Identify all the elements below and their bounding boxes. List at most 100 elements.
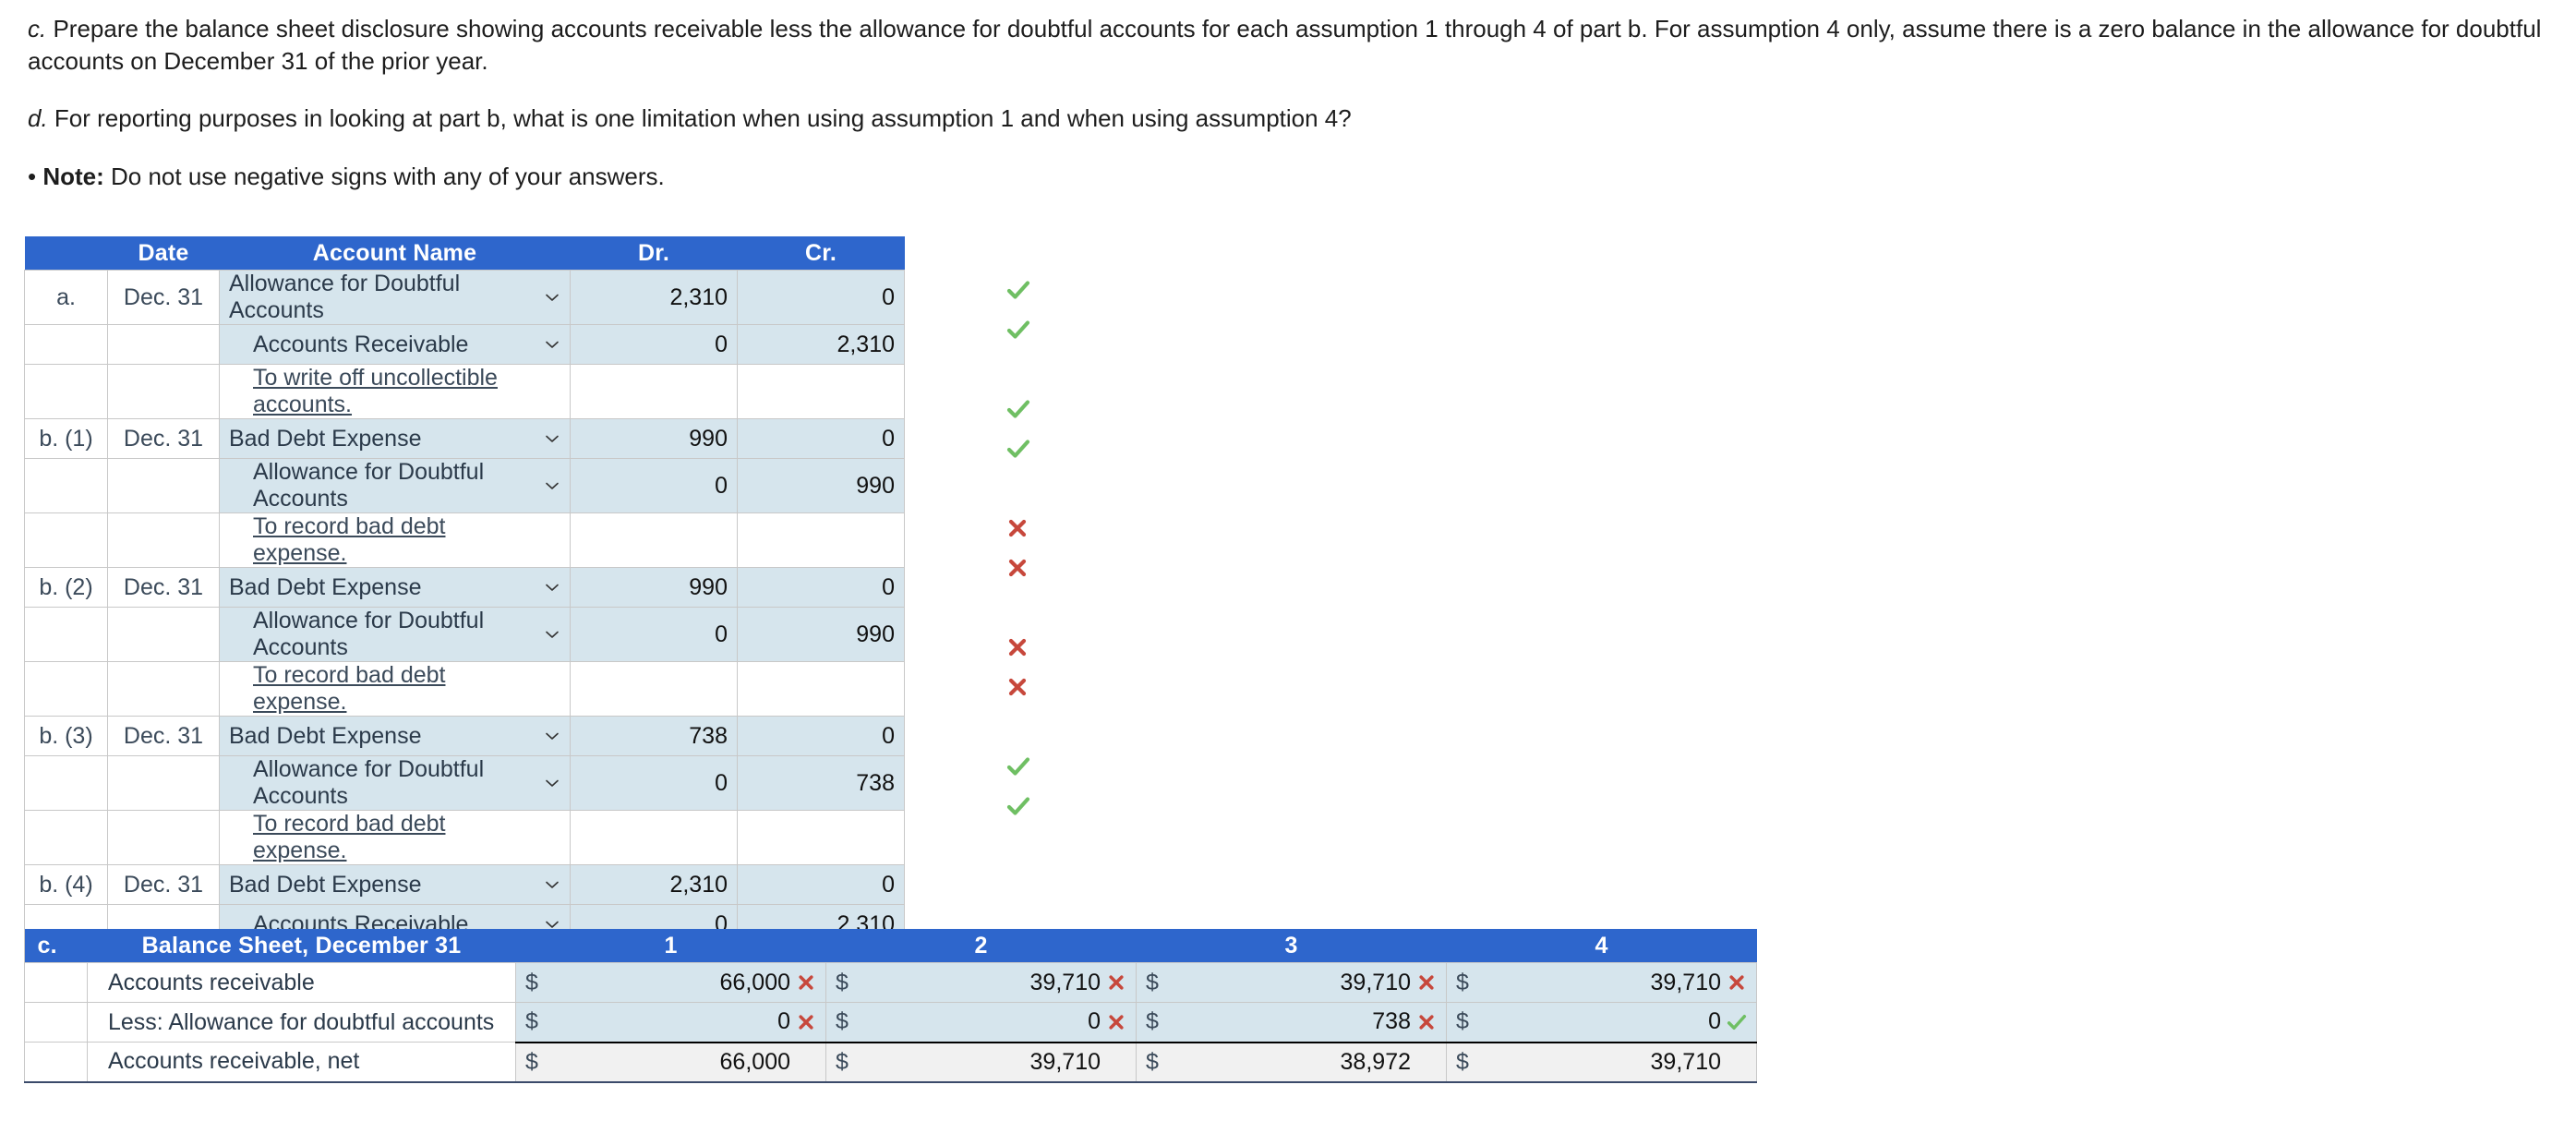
journal-row: Allowance for Doubtful Accounts 0 738 [24, 755, 905, 811]
balance-sheet-row-ref [24, 1002, 88, 1043]
credit-amount-input[interactable]: 0 [737, 270, 905, 325]
credit-amount-input[interactable]: 990 [737, 607, 905, 662]
journal-memo-text: To record bad debt expense. [219, 512, 571, 568]
amount-cell: $66,000 [525, 970, 818, 996]
account-name-select[interactable]: Bad Debt Expense [219, 567, 571, 608]
balance-sheet-amount-input[interactable]: $39,710 [825, 962, 1137, 1003]
journal-memo-label: To record bad debt expense. [253, 662, 446, 715]
debit-amount-input [570, 810, 738, 865]
chevron-down-icon [544, 477, 560, 494]
balance-sheet-amount-input[interactable]: $0 [1446, 1002, 1757, 1043]
journal-col-dr: Dr. [570, 236, 738, 271]
credit-amount-value: 0 [882, 283, 895, 310]
credit-amount-value: 0 [882, 573, 895, 600]
journal-row: To record bad debt expense. [24, 661, 905, 717]
debit-amount-input[interactable]: 990 [570, 418, 738, 459]
balance-sheet-col-3: 3 [1136, 929, 1447, 963]
amount-cell: $0 [1456, 1008, 1749, 1035]
credit-amount-input[interactable]: 0 [737, 716, 905, 756]
balance-sheet-amount-input[interactable]: $0 [515, 1002, 826, 1043]
currency-symbol: $ [1456, 969, 1469, 995]
balance-sheet-col-4: 4 [1446, 929, 1757, 963]
credit-amount-input [737, 810, 905, 865]
balance-sheet-amount-input[interactable]: $39,710 [1446, 962, 1757, 1003]
balance-sheet-amount-input[interactable]: $39,710 [1136, 962, 1447, 1003]
credit-amount-input[interactable]: 2,310 [737, 324, 905, 365]
x-mark-icon [1006, 517, 1030, 539]
check-mark-icon [1006, 795, 1030, 817]
chevron-down-icon [544, 775, 560, 791]
journal-row-ref [24, 364, 108, 419]
amount-cell: $39,710 [1146, 970, 1438, 996]
balance-sheet-amount-input[interactable]: $66,000 [515, 962, 826, 1003]
debit-amount-input[interactable]: 990 [570, 567, 738, 608]
balance-sheet-title: Balance Sheet, December 31 [87, 929, 516, 963]
account-name-select[interactable]: Allowance for Doubtful Accounts [219, 458, 571, 513]
check-mark-icon [1006, 279, 1030, 301]
amount-cell: $0 [525, 1008, 818, 1035]
currency-symbol: $ [1146, 969, 1159, 995]
note-line: • Note: Do not use negative signs with a… [28, 161, 2548, 193]
account-name-select[interactable]: Accounts Receivable [219, 324, 571, 365]
journal-row: Allowance for Doubtful Accounts 0 990 [24, 607, 905, 662]
journal-row-date [107, 324, 220, 365]
balance-sheet-amount-input[interactable]: $738 [1136, 1002, 1447, 1043]
credit-amount-input[interactable]: 990 [737, 458, 905, 513]
question-c-text: Prepare the balance sheet disclosure sho… [28, 15, 2542, 75]
journal-row-ref [24, 661, 108, 717]
question-d: d. For reporting purposes in looking at … [28, 102, 2548, 135]
journal-row-ref [24, 755, 108, 811]
account-name-select[interactable]: Bad Debt Expense [219, 418, 571, 459]
currency-symbol: $ [1146, 1008, 1159, 1035]
journal-header-row: Date Account Name Dr. Cr. [24, 236, 905, 271]
credit-amount-value: 0 [882, 722, 895, 749]
credit-amount-input[interactable]: 738 [737, 755, 905, 811]
amount-value: 39,710 [1650, 1048, 1721, 1075]
debit-amount-input[interactable]: 2,310 [570, 270, 738, 325]
account-name-select[interactable]: Bad Debt Expense [219, 716, 571, 756]
account-name-value: Bad Debt Expense [229, 425, 422, 452]
currency-symbol: $ [836, 1048, 849, 1075]
account-name-value: Allowance for Doubtful Accounts [253, 608, 485, 660]
account-name-value: Allowance for Doubtful Accounts [253, 459, 485, 512]
debit-amount-input[interactable]: 0 [570, 458, 738, 513]
journal-memo-label: To write off uncollectible accounts. [253, 365, 498, 417]
account-name-select[interactable]: Allowance for Doubtful Accounts [219, 270, 571, 325]
amount-cell: $0 [836, 1008, 1128, 1035]
debit-amount-input[interactable]: 738 [570, 716, 738, 756]
amount-value: 66,000 [719, 1048, 790, 1075]
credit-amount-input[interactable]: 0 [737, 567, 905, 608]
debit-amount-input[interactable]: 0 [570, 324, 738, 365]
account-name-select[interactable]: Allowance for Doubtful Accounts [219, 607, 571, 662]
journal-row-date: Dec. 31 [107, 418, 220, 459]
amount-cell: $39,710 [1456, 970, 1749, 996]
amount-value: 738 [1372, 1008, 1411, 1035]
journal-col-date: Date [107, 236, 220, 271]
debit-amount-input[interactable]: 2,310 [570, 864, 738, 905]
journal-row-ref [24, 324, 108, 365]
journal-memo-text: To record bad debt expense. [219, 661, 571, 717]
journal-memo-text: To write off uncollectible accounts. [219, 364, 571, 419]
debit-amount-input[interactable]: 0 [570, 755, 738, 811]
account-name-select[interactable]: Allowance for Doubtful Accounts [219, 755, 571, 811]
debit-amount-value: 0 [715, 621, 728, 647]
journal-row-date [107, 364, 220, 419]
balance-sheet-row-label: Less: Allowance for doubtful accounts [87, 1002, 516, 1043]
currency-symbol: $ [836, 969, 849, 995]
journal-row-ref [24, 607, 108, 662]
journal-row-ref: a. [24, 270, 108, 325]
journal-col-account-name: Account Name [219, 236, 571, 271]
journal-row: b. (1) Dec. 31 Bad Debt Expense 990 0 [24, 418, 905, 459]
debit-amount-input[interactable]: 0 [570, 607, 738, 662]
question-d-text: For reporting purposes in looking at par… [47, 104, 1352, 133]
note-text: Do not use negative signs with any of yo… [103, 162, 665, 190]
x-mark-icon [1414, 1013, 1438, 1031]
chevron-down-icon [544, 336, 560, 353]
journal-row-date [107, 607, 220, 662]
balance-sheet-amount-input[interactable]: $0 [825, 1002, 1137, 1043]
credit-amount-input[interactable]: 0 [737, 864, 905, 905]
debit-amount-value: 2,310 [669, 283, 728, 310]
account-name-select[interactable]: Bad Debt Expense [219, 864, 571, 905]
credit-amount-input[interactable]: 0 [737, 418, 905, 459]
journal-row: b. (2) Dec. 31 Bad Debt Expense 990 0 [24, 567, 905, 608]
